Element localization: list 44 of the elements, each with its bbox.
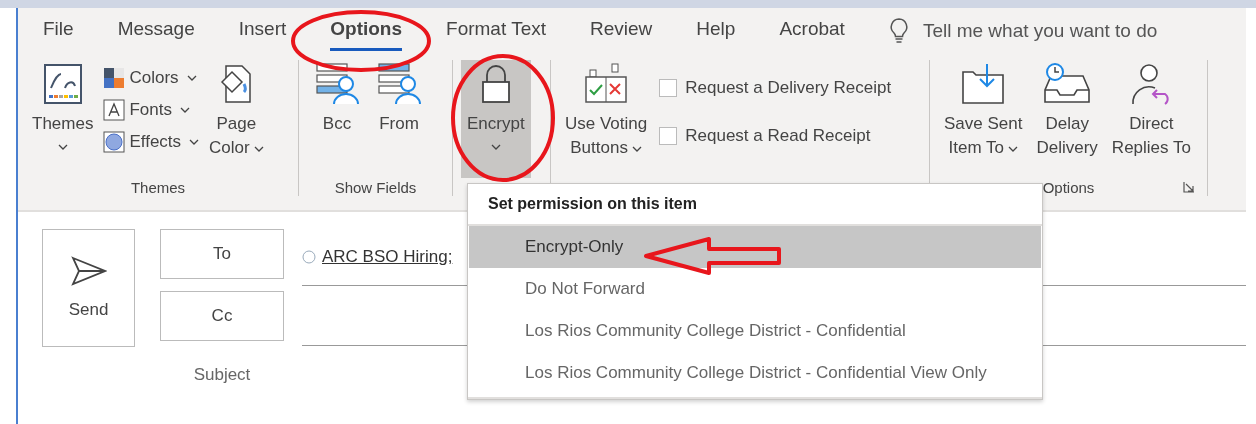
ribbon-button[interactable]: Fonts <box>101 96 202 124</box>
subject-label: Subject <box>193 365 251 385</box>
to-button[interactable]: To <box>160 229 284 279</box>
ribbon-button[interactable]: Use Voting Buttons <box>559 60 654 178</box>
ribbon-button[interactable]: Colors <box>101 64 202 92</box>
menu-item[interactable]: Encrypt-Only <box>469 226 1041 268</box>
menu-item[interactable]: Do Not Forward <box>469 268 1041 310</box>
ribbon-button[interactable]: Bcc <box>307 60 367 178</box>
recipient-link[interactable]: ARC BSO Hiring; <box>322 247 453 267</box>
color-squares-icon <box>103 67 126 89</box>
ribbon-tab[interactable]: Message <box>117 11 195 51</box>
ribbon-tab[interactable]: File <box>43 11 74 51</box>
group-label: Themes <box>130 178 186 196</box>
ribbon-button[interactable]: Effects <box>101 128 202 156</box>
ribbon-button[interactable]: Direct Replies To <box>1105 60 1197 178</box>
dialog-launcher-icon[interactable] <box>1183 181 1195 193</box>
lightbulb-icon[interactable] <box>888 18 909 44</box>
ribbon-tab[interactable]: Help <box>696 11 736 51</box>
menu-item[interactable]: Los Rios Community College District - Confidential <box>469 310 1041 352</box>
ribbon-tab[interactable]: Insert <box>238 11 287 51</box>
cc-button[interactable]: Cc <box>160 291 284 341</box>
ribbon-button[interactable]: Encrypt <box>461 60 531 178</box>
send-button[interactable]: Send <box>42 229 135 347</box>
circle-box-icon <box>103 131 126 153</box>
checkbox-option[interactable]: Request a Delivery Receipt <box>659 78 892 98</box>
ribbon-button[interactable]: Themes <box>26 60 100 178</box>
send-icon <box>70 256 107 286</box>
search-field[interactable]: Tell me what you want to do <box>922 20 1213 42</box>
tray-clock-icon <box>1043 62 1092 106</box>
ribbon-button[interactable]: Page Color <box>203 60 270 178</box>
list-person-icon <box>313 62 361 106</box>
ribbon-button[interactable]: From <box>369 60 429 178</box>
ribbon-tab[interactable]: Format Text <box>446 11 546 51</box>
group-label: Options <box>1042 178 1095 196</box>
ribbon-button[interactable]: Delay Delivery <box>1030 60 1104 178</box>
list-person-icon <box>375 62 423 106</box>
ribbon-button[interactable]: Save Sent Item To <box>938 60 1029 178</box>
ribbon-tab[interactable]: Review <box>590 11 653 51</box>
group-label: Show Fields <box>334 178 417 196</box>
ribbon-tab[interactable]: Acrobat <box>779 11 845 51</box>
menu-item[interactable]: Los Rios Community College District - Confidential View Only <box>469 352 1041 394</box>
checkbox-option[interactable]: Request a Read Receipt <box>659 126 892 146</box>
presence-icon <box>302 250 316 264</box>
letter-box-icon <box>103 99 126 121</box>
